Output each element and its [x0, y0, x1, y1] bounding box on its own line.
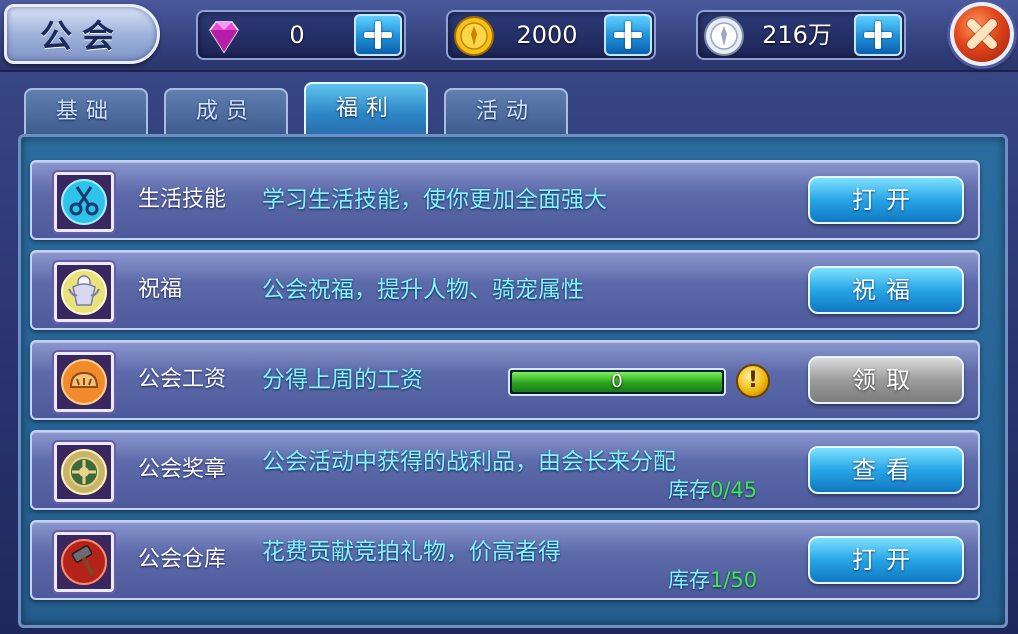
- row-name: 公会工资: [138, 367, 227, 392]
- silver-coin-icon: [704, 16, 744, 56]
- gold-coin-icon: [454, 16, 494, 56]
- progress-value: 0: [611, 371, 623, 392]
- tab-welfare[interactable]: 福利: [304, 82, 428, 134]
- top-bar: 公会 0 2000 216万: [0, 0, 1018, 72]
- currency-diamond: 0: [196, 10, 406, 60]
- tab-basic[interactable]: 基础: [24, 88, 148, 134]
- life-skills-icon-frame: [54, 172, 114, 232]
- stock-label: 库存: [668, 478, 710, 502]
- salary-icon-frame: [54, 352, 114, 412]
- open-life-skills-button[interactable]: 打开: [808, 176, 964, 224]
- stock-count: 0/45: [710, 478, 758, 502]
- row-name: 祝福: [138, 277, 183, 302]
- close-button[interactable]: [950, 2, 1014, 66]
- diamond-amount: 0: [289, 21, 305, 49]
- row-name: 公会仓库: [138, 547, 227, 572]
- row-description: 花费贡献竞拍礼物，价高者得: [262, 539, 561, 565]
- claim-salary-button[interactable]: 领取: [808, 356, 964, 404]
- diamond-icon: [209, 21, 239, 54]
- exclamation-icon[interactable]: !: [736, 364, 770, 398]
- list-item-guild-salary: 公会工资 分得上周的工资 0 ! 领取: [30, 340, 980, 420]
- view-medals-button[interactable]: 查看: [808, 446, 964, 494]
- bless-button[interactable]: 祝福: [808, 266, 964, 314]
- currency-gold: 2000: [446, 10, 656, 60]
- tab-activities[interactable]: 活动: [444, 88, 568, 134]
- scissors-icon: [61, 179, 107, 225]
- currency-silver: 216万: [696, 10, 906, 60]
- bread-icon: [61, 359, 107, 405]
- silver-amount: 216万: [762, 21, 832, 49]
- list-item-guild-medal: 公会奖章 公会活动中获得的战利品，由会长来分配 库存0/45 查看: [30, 430, 980, 510]
- add-silver-button[interactable]: [854, 14, 902, 56]
- medal-icon: [61, 449, 107, 495]
- list-item-blessing: 祝福 公会祝福，提升人物、骑宠属性 祝福: [30, 250, 980, 330]
- warehouse-icon-frame: [54, 532, 114, 592]
- row-description: 公会活动中获得的战利品，由会长来分配: [262, 449, 676, 475]
- stock-label: 库存: [668, 568, 710, 592]
- medal-stock: 库存0/45: [668, 474, 757, 504]
- row-description: 学习生活技能，使你更加全面强大: [262, 187, 607, 213]
- list-item-guild-warehouse: 公会仓库 花费贡献竞拍礼物，价高者得 库存1/50 打开: [30, 520, 980, 600]
- gold-amount: 2000: [516, 21, 578, 49]
- angel-statue-icon: [61, 269, 107, 315]
- warehouse-stock: 库存1/50: [668, 564, 757, 594]
- tab-members[interactable]: 成员: [164, 88, 288, 134]
- salary-progress-bar: 0: [508, 368, 726, 396]
- add-diamond-button[interactable]: [354, 14, 402, 56]
- open-warehouse-button[interactable]: 打开: [808, 536, 964, 584]
- tab-bar: 基础 成员 福利 活动: [24, 82, 584, 134]
- row-description: 公会祝福，提升人物、骑宠属性: [262, 277, 584, 303]
- row-description: 分得上周的工资: [262, 367, 423, 393]
- row-name: 公会奖章: [138, 457, 227, 482]
- stock-count: 1/50: [710, 568, 758, 592]
- add-gold-button[interactable]: [604, 14, 652, 56]
- list-item-life-skills: 生活技能 学习生活技能，使你更加全面强大 打开: [30, 160, 980, 240]
- hammer-icon: [61, 539, 107, 585]
- window-title-plate: 公会: [4, 4, 160, 64]
- blessing-icon-frame: [54, 262, 114, 322]
- medal-icon-frame: [54, 442, 114, 502]
- window-title: 公会: [39, 17, 124, 55]
- row-name: 生活技能: [138, 187, 227, 212]
